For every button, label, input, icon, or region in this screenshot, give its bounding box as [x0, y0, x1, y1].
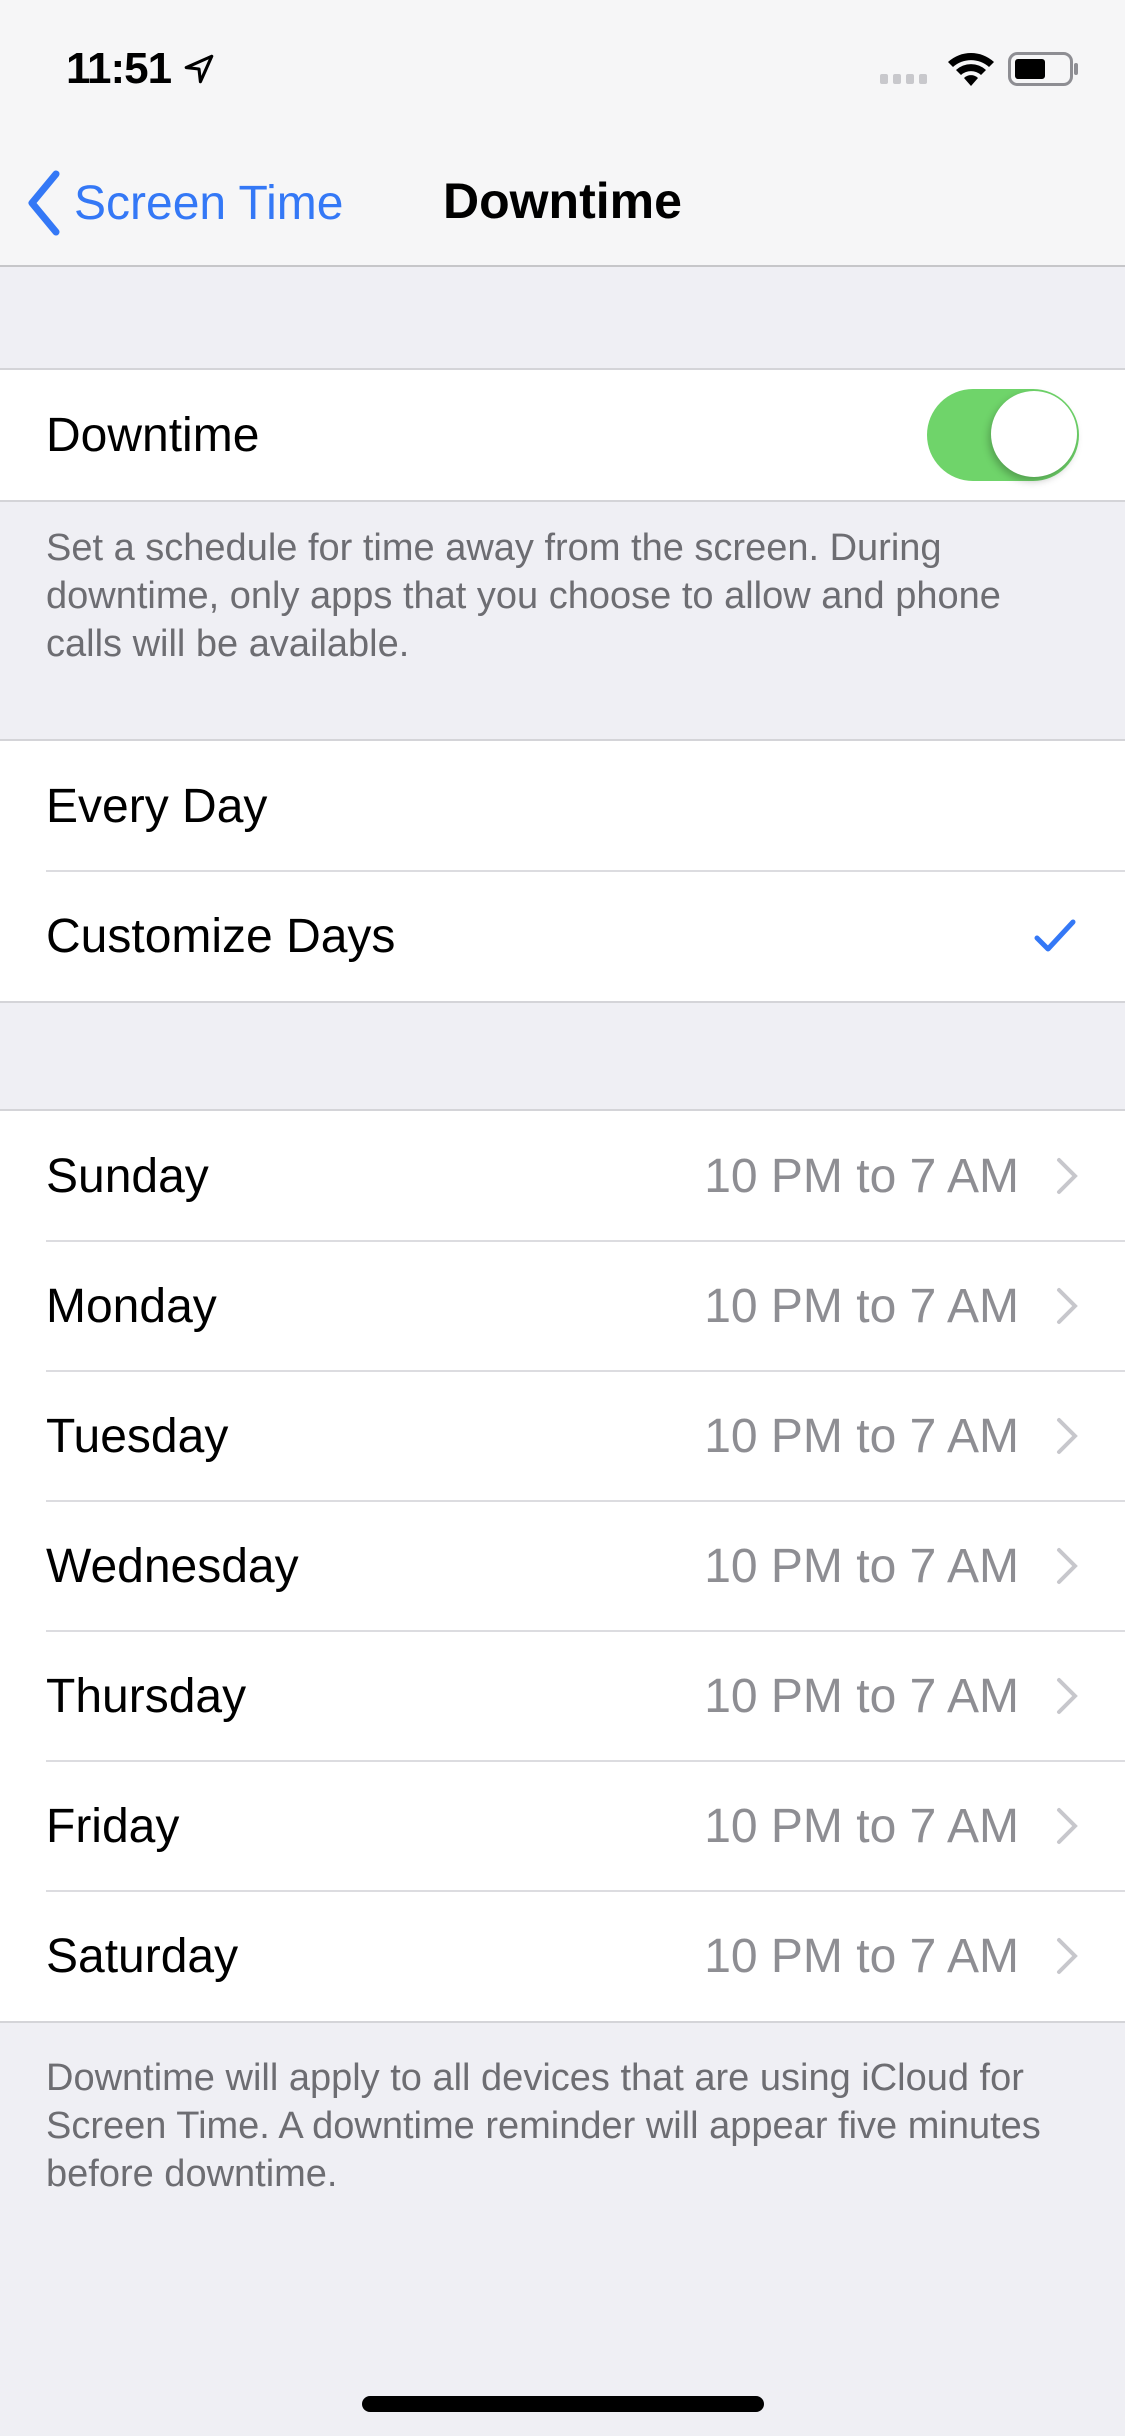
navigation-bar: Screen Time Downtime — [0, 140, 1125, 267]
day-row-sunday[interactable]: Sunday 10 PM to 7 AM — [0, 1111, 1125, 1241]
wifi-icon — [948, 53, 994, 86]
day-schedule: 10 PM to 7 AM — [704, 1149, 1019, 1203]
checkmark-icon — [1034, 919, 1076, 952]
day-schedule: 10 PM to 7 AM — [704, 1799, 1019, 1853]
chevron-right-icon — [1057, 1938, 1078, 1974]
back-button[interactable]: Screen Time — [24, 170, 343, 236]
location-arrow-icon — [184, 54, 214, 84]
downtime-toggle[interactable] — [927, 389, 1079, 481]
day-schedule: 10 PM to 7 AM — [704, 1539, 1019, 1593]
schedule-options-group: Every Day Customize Days — [0, 739, 1125, 1003]
day-label: Saturday — [46, 1929, 239, 1983]
day-label: Wednesday — [46, 1539, 299, 1593]
day-label: Tuesday — [46, 1409, 229, 1463]
day-row-friday[interactable]: Friday 10 PM to 7 AM — [0, 1760, 1125, 1891]
option-customize-days[interactable]: Customize Days — [0, 870, 1125, 1001]
option-label: Every Day — [46, 779, 268, 833]
footer-note: Downtime will apply to all devices that … — [46, 2057, 1041, 2195]
status-time: 11:51 — [66, 44, 172, 93]
downtime-label: Downtime — [46, 408, 260, 462]
day-row-tuesday[interactable]: Tuesday 10 PM to 7 AM — [0, 1370, 1125, 1501]
chevron-right-icon — [1057, 1158, 1078, 1194]
option-label: Customize Days — [46, 909, 396, 963]
day-label: Sunday — [46, 1149, 209, 1203]
day-label: Monday — [46, 1279, 217, 1333]
page-title: Downtime — [443, 173, 682, 229]
battery-icon — [1008, 52, 1078, 86]
downtime-description: Set a schedule for time away from the sc… — [46, 527, 1001, 665]
status-bar: 11:51 — [0, 0, 1125, 140]
day-label: Thursday — [46, 1669, 247, 1723]
home-indicator[interactable] — [362, 2396, 764, 2412]
day-row-saturday[interactable]: Saturday 10 PM to 7 AM — [0, 1890, 1125, 2021]
toggle-knob — [991, 391, 1077, 477]
day-schedule: 10 PM to 7 AM — [704, 1929, 1019, 1983]
back-label: Screen Time — [74, 176, 344, 230]
day-row-thursday[interactable]: Thursday 10 PM to 7 AM — [0, 1630, 1125, 1761]
day-schedule: 10 PM to 7 AM — [704, 1669, 1019, 1723]
day-label: Friday — [46, 1799, 180, 1853]
chevron-right-icon — [1057, 1288, 1078, 1324]
day-schedule: 10 PM to 7 AM — [704, 1279, 1019, 1333]
chevron-right-icon — [1057, 1678, 1078, 1714]
chevron-left-icon — [28, 170, 60, 236]
chevron-right-icon — [1057, 1808, 1078, 1844]
day-schedule: 10 PM to 7 AM — [704, 1409, 1019, 1463]
downtime-toggle-group: Downtime — [0, 368, 1125, 502]
chevron-right-icon — [1057, 1548, 1078, 1584]
day-row-wednesday[interactable]: Wednesday 10 PM to 7 AM — [0, 1500, 1125, 1631]
option-every-day[interactable]: Every Day — [0, 741, 1125, 871]
downtime-toggle-row: Downtime — [0, 370, 1125, 500]
cellular-signal-icon — [880, 74, 927, 84]
day-row-monday[interactable]: Monday 10 PM to 7 AM — [0, 1240, 1125, 1371]
days-group: Sunday 10 PM to 7 AM Monday 10 PM to 7 A… — [0, 1109, 1125, 2023]
chevron-right-icon — [1057, 1418, 1078, 1454]
